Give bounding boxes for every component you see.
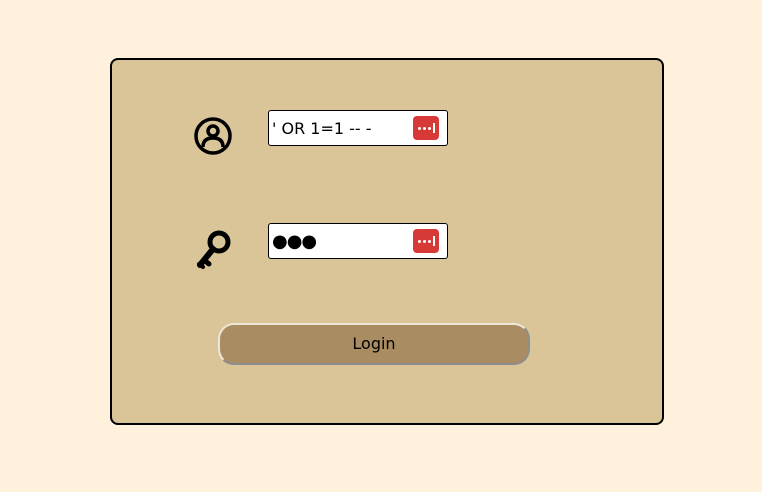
user-circle-icon bbox=[194, 117, 232, 155]
password-field[interactable]: ●●● bbox=[268, 223, 448, 259]
username-value: ' OR 1=1 -- - bbox=[272, 119, 372, 138]
password-value: ●●● bbox=[272, 231, 317, 252]
password-manager-icon[interactable] bbox=[413, 229, 439, 253]
login-button[interactable]: Login bbox=[218, 323, 530, 365]
key-icon bbox=[197, 230, 231, 269]
username-field[interactable]: ' OR 1=1 -- - bbox=[268, 110, 448, 146]
password-manager-icon[interactable] bbox=[413, 116, 439, 140]
login-card: ' OR 1=1 -- - ●●● Login bbox=[110, 58, 664, 425]
